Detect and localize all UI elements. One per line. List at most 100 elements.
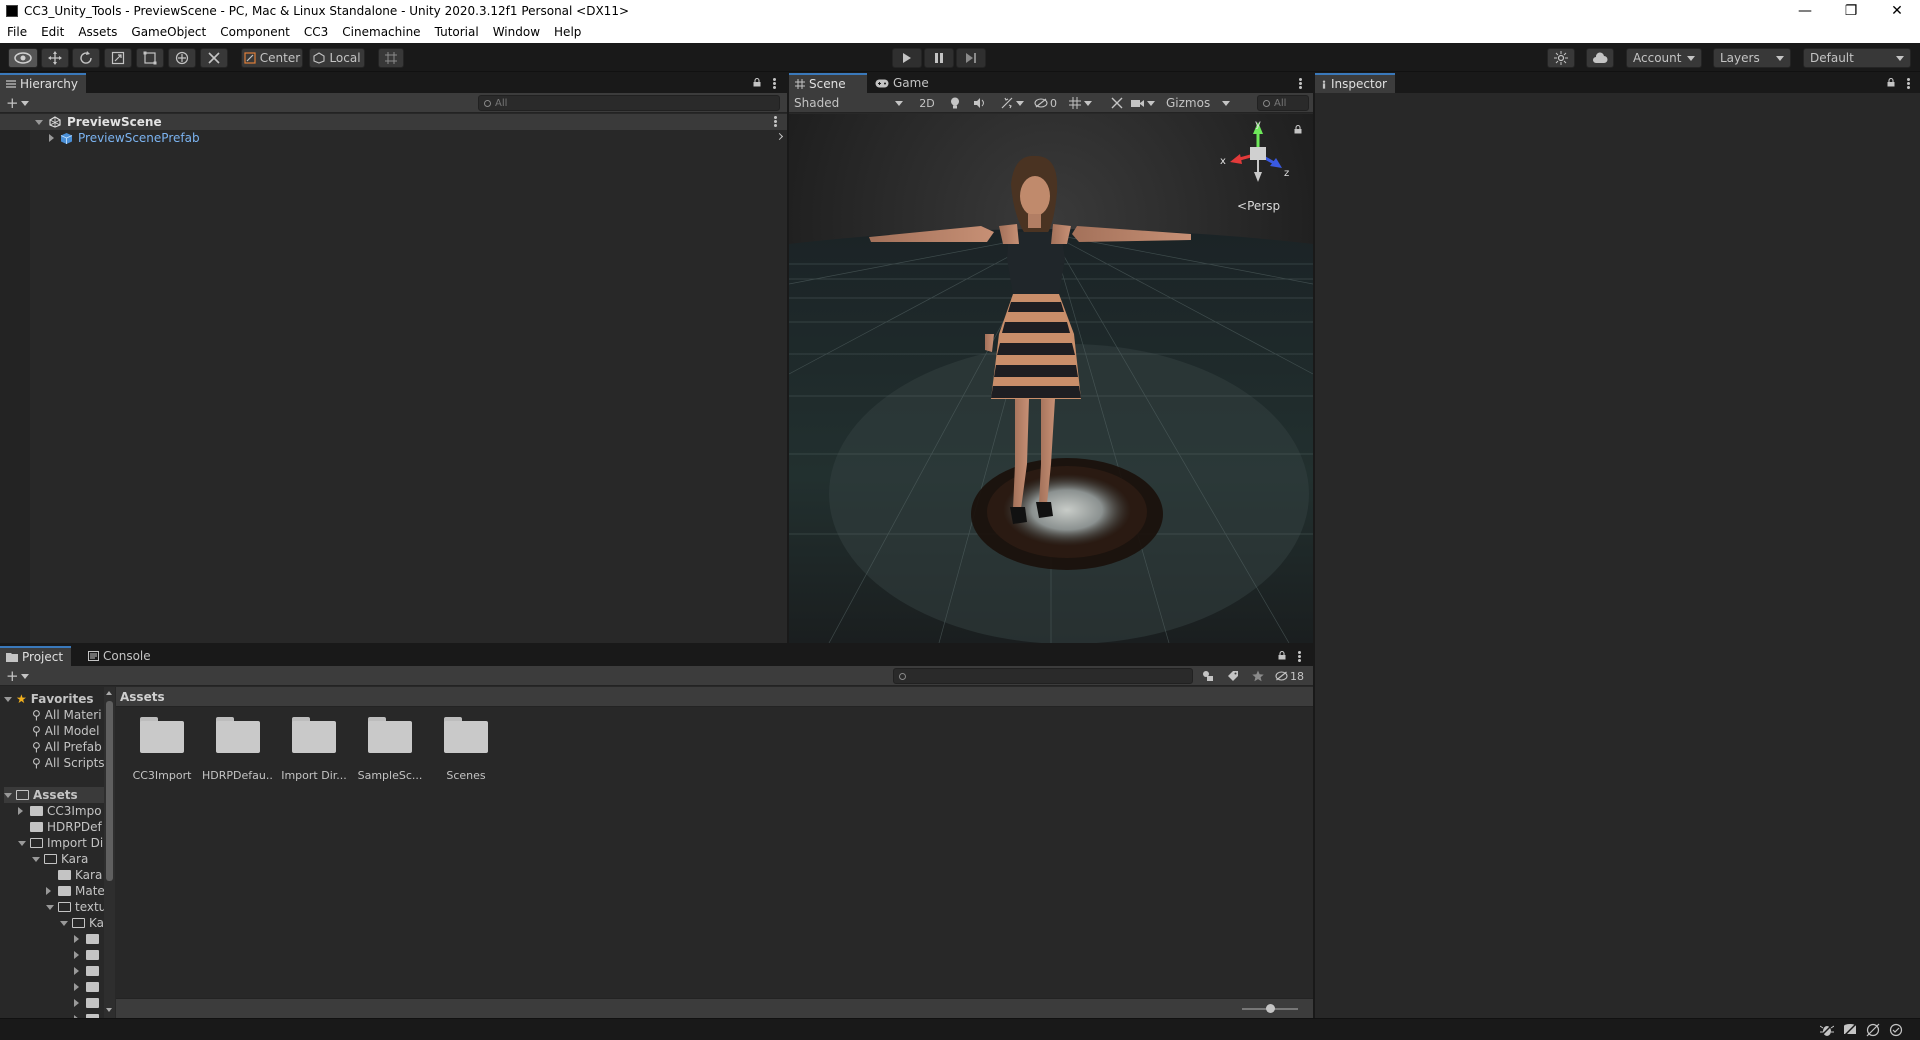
asset-folder[interactable]: SampleSc... [354, 713, 426, 789]
debug-icon[interactable] [1820, 1023, 1834, 1037]
rotate-tool-button[interactable] [72, 48, 100, 68]
layout-dropdown[interactable]: Default [1803, 48, 1911, 68]
tab-project[interactable]: Project [0, 646, 72, 666]
custom-tool-button[interactable] [200, 48, 228, 68]
component-tools-toggle[interactable] [1107, 93, 1127, 113]
maximize-button[interactable]: ❐ [1828, 0, 1874, 22]
tab-hierarchy[interactable]: Hierarchy [0, 73, 87, 93]
grid-snapping-button[interactable] [378, 48, 404, 68]
scene-more-icon[interactable] [1299, 78, 1302, 89]
tree-scrollbar[interactable] [104, 687, 115, 1018]
tree-folder-item[interactable]: HDRPDef [18, 819, 102, 835]
projection-toggle[interactable]: <Persp [1237, 199, 1280, 213]
progress-check-icon[interactable] [1889, 1023, 1903, 1037]
tree-folder-item[interactable] [74, 979, 103, 995]
collapse-arrow-icon[interactable] [74, 983, 82, 991]
menu-assets[interactable]: Assets [71, 22, 124, 43]
favorite-item[interactable]: ⚲ All Scripts [32, 755, 105, 771]
menu-window[interactable]: Window [486, 22, 547, 43]
cache-server-icon[interactable] [1843, 1023, 1857, 1037]
expand-arrow-icon[interactable] [46, 904, 54, 910]
tree-folder-item[interactable]: Ka [60, 915, 104, 931]
favorite-item[interactable]: ⚲ All Model [32, 723, 100, 739]
scene-viewport[interactable]: y x z <Persp [789, 114, 1313, 643]
menu-tutorial[interactable]: Tutorial [428, 22, 486, 43]
gizmos-dropdown[interactable]: Gizmos [1166, 93, 1232, 113]
hierarchy-search-input[interactable]: All [478, 95, 780, 111]
breadcrumb[interactable]: Assets [116, 687, 1313, 707]
view-tool-button[interactable] [8, 48, 38, 68]
lock-icon[interactable] [1887, 78, 1895, 87]
menu-edit[interactable]: Edit [34, 22, 71, 43]
tree-folder-item[interactable]: Mate [46, 883, 105, 899]
expand-arrow-icon[interactable] [35, 119, 43, 125]
menu-help[interactable]: Help [547, 22, 588, 43]
orientation-gizmo[interactable]: y x z [1216, 120, 1300, 190]
scene-more-icon[interactable] [774, 116, 777, 127]
menu-file[interactable]: File [0, 22, 34, 43]
grid-dropdown[interactable] [1069, 93, 1103, 113]
tree-folder-item[interactable] [74, 947, 103, 963]
collapse-arrow-icon[interactable] [74, 951, 82, 959]
project-search-input[interactable] [893, 668, 1193, 684]
audio-toggle[interactable] [969, 93, 991, 113]
minimize-button[interactable]: — [1782, 0, 1828, 22]
favorites-header[interactable]: ★ Favorites [4, 691, 93, 707]
project-add-button[interactable]: + [6, 667, 29, 685]
account-dropdown[interactable]: Account [1626, 48, 1702, 68]
open-prefab-arrow-icon[interactable] [775, 132, 784, 141]
shading-mode-dropdown[interactable]: Shaded [794, 93, 909, 113]
inspector-more-icon[interactable] [1907, 78, 1910, 89]
pivot-rotation-button[interactable]: Local [309, 48, 365, 68]
scale-tool-button[interactable] [104, 48, 132, 68]
expand-arrow-icon[interactable] [49, 134, 54, 142]
tree-folder-item[interactable]: textu [46, 899, 106, 915]
tree-folder-item[interactable]: CC3Impo [18, 803, 102, 819]
tab-console[interactable]: Console [82, 646, 159, 666]
collab-button[interactable] [1547, 48, 1575, 68]
scene-search-input[interactable]: All [1257, 95, 1309, 111]
expand-arrow-icon[interactable] [18, 840, 26, 846]
tree-folder-item[interactable] [74, 963, 103, 979]
expand-arrow-icon[interactable] [4, 792, 12, 798]
project-more-icon[interactable] [1298, 651, 1301, 662]
move-tool-button[interactable] [41, 48, 69, 68]
tree-folder-item[interactable]: Import Di [18, 835, 103, 851]
cloud-button[interactable] [1586, 48, 1614, 68]
gizmo-lock-icon[interactable] [1294, 125, 1302, 134]
asset-folder[interactable]: HDRPDefau... [202, 713, 274, 789]
collapse-arrow-icon[interactable] [18, 807, 26, 815]
hierarchy-item[interactable]: PreviewScenePrefab [0, 130, 787, 146]
hierarchy-more-icon[interactable] [773, 78, 776, 89]
hierarchy-add-button[interactable]: + [6, 94, 29, 112]
menu-gameobject[interactable]: GameObject [124, 22, 213, 43]
effects-dropdown[interactable] [994, 93, 1030, 113]
menu-cc3[interactable]: CC3 [297, 22, 335, 43]
scene-row[interactable]: PreviewScene [0, 114, 787, 130]
transform-tool-button[interactable] [168, 48, 196, 68]
hidden-packages-toggle[interactable]: 18 [1275, 666, 1311, 686]
favorite-item[interactable]: ⚲ All Prefab [32, 739, 102, 755]
asset-folder[interactable]: Import Dir... [278, 713, 350, 789]
scroll-up-icon[interactable] [106, 691, 112, 695]
expand-arrow-icon[interactable] [4, 696, 12, 702]
lock-icon[interactable] [753, 78, 761, 87]
tab-game[interactable]: Game [869, 73, 937, 93]
favorite-item[interactable]: ⚲ All Materi [32, 707, 102, 723]
collapse-arrow-icon[interactable] [74, 935, 82, 943]
rect-tool-button[interactable] [136, 48, 164, 68]
tree-scrollbar-thumb[interactable] [106, 701, 113, 881]
collapse-arrow-icon[interactable] [46, 887, 54, 895]
auto-generate-lighting-icon[interactable] [1866, 1023, 1880, 1037]
tree-folder-item[interactable]: Kara [32, 851, 88, 867]
pause-button[interactable] [924, 48, 954, 68]
save-search-button[interactable] [1248, 666, 1268, 686]
assets-root[interactable]: Assets [4, 787, 104, 803]
icon-size-slider-thumb[interactable] [1266, 1004, 1275, 1013]
search-by-label-button[interactable] [1223, 666, 1243, 686]
menu-cinemachine[interactable]: Cinemachine [335, 22, 427, 43]
breadcrumb-assets[interactable]: Assets [120, 690, 165, 704]
tree-folder-item[interactable] [74, 931, 103, 947]
camera-dropdown[interactable] [1131, 93, 1161, 113]
pivot-mode-button[interactable]: Center [241, 48, 303, 68]
